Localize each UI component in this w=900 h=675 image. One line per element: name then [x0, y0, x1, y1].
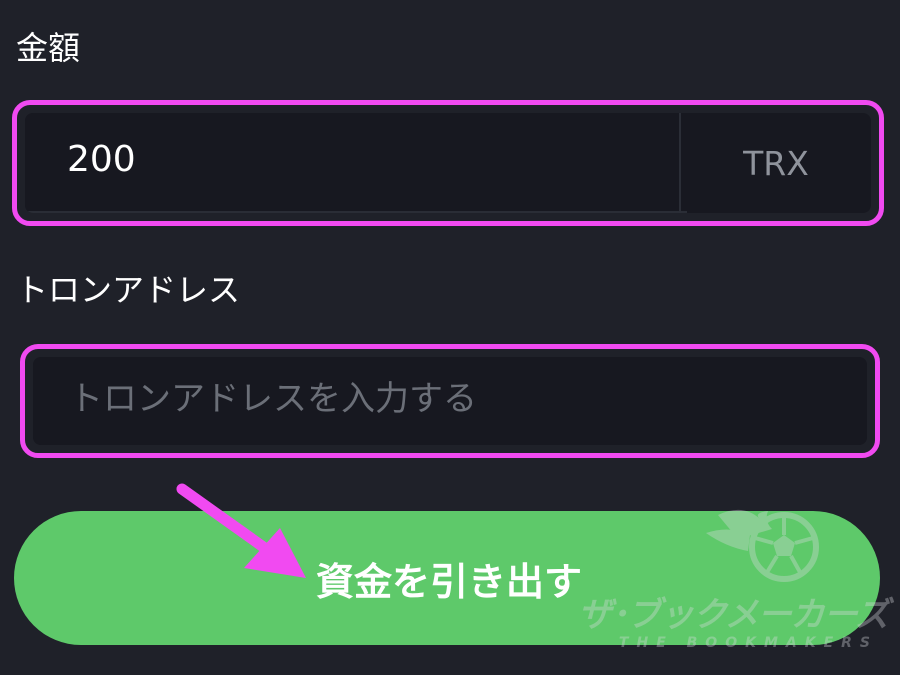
amount-input[interactable] — [25, 113, 687, 213]
address-input[interactable] — [33, 357, 867, 445]
amount-label: 金額 — [16, 29, 81, 67]
currency-unit: TRX — [679, 113, 871, 213]
address-label: トロンアドレス — [16, 271, 241, 309]
withdraw-button-label: 資金を引き出す — [315, 559, 582, 604]
amount-input-group: TRX — [25, 113, 871, 213]
address-highlight-frame — [20, 344, 880, 458]
amount-highlight-frame: TRX — [12, 100, 884, 226]
address-input-group — [33, 357, 867, 445]
withdraw-button[interactable]: 資金を引き出す — [14, 511, 880, 645]
